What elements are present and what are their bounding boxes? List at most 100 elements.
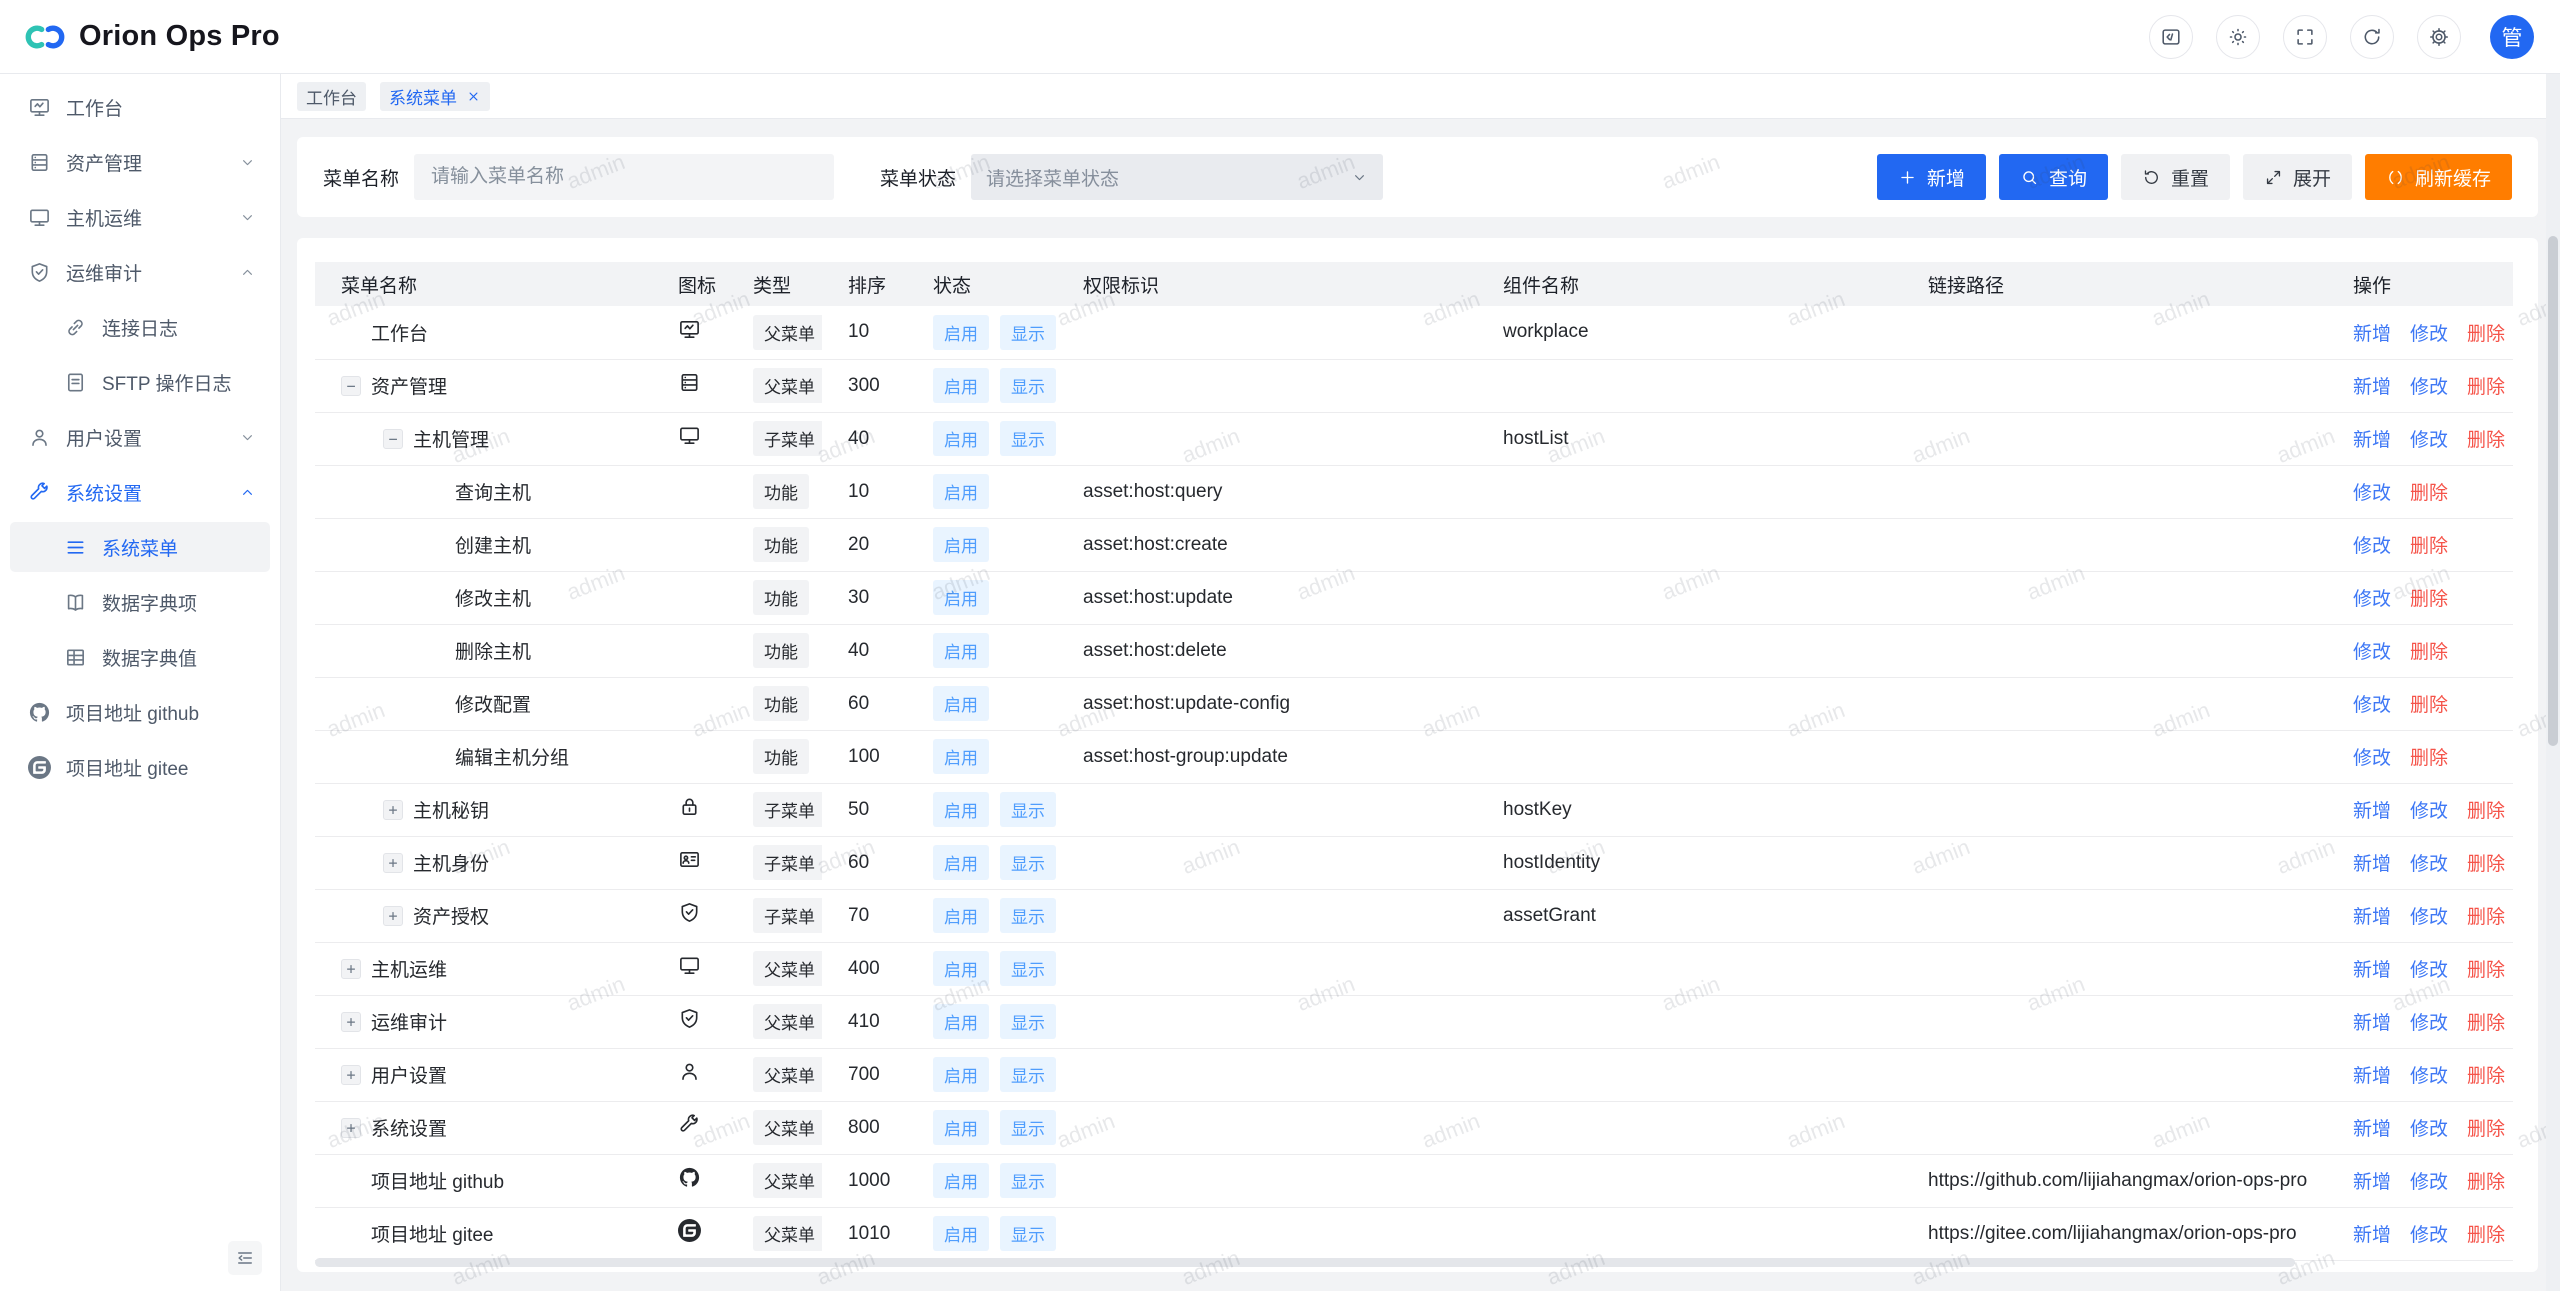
delete-row-action[interactable]: 删除 bbox=[2467, 1119, 2505, 1140]
delete-row-action[interactable]: 删除 bbox=[2410, 695, 2448, 716]
delete-row-action[interactable]: 删除 bbox=[2467, 1066, 2505, 1087]
delete-row-action[interactable]: 删除 bbox=[2467, 1172, 2505, 1193]
status-tag: 显示 bbox=[1000, 898, 1056, 933]
link-path bbox=[1902, 836, 2327, 889]
tab-active[interactable]: 系统菜单 bbox=[380, 82, 490, 111]
delete-row-action[interactable]: 删除 bbox=[2410, 589, 2448, 610]
edit-row-action[interactable]: 修改 bbox=[2353, 589, 2391, 610]
expand-row-button[interactable]: + bbox=[341, 1065, 361, 1085]
delete-row-action[interactable]: 删除 bbox=[2467, 854, 2505, 875]
refresh-cache-button[interactable]: 刷新缓存 bbox=[2365, 154, 2512, 200]
delete-row-action[interactable]: 删除 bbox=[2467, 907, 2505, 928]
refresh-button[interactable] bbox=[2350, 15, 2394, 59]
sidebar-item[interactable]: 工作台 bbox=[10, 82, 270, 132]
sidebar-item[interactable]: 数据字典值 bbox=[10, 632, 270, 682]
edit-row-action[interactable]: 修改 bbox=[2353, 695, 2391, 716]
add-row-action[interactable]: 新增 bbox=[2353, 430, 2391, 451]
sidebar-collapse-button[interactable] bbox=[228, 1241, 262, 1275]
expand-row-button[interactable]: + bbox=[341, 959, 361, 979]
settings-button[interactable] bbox=[2417, 15, 2461, 59]
sidebar-item[interactable]: 系统菜单 bbox=[10, 522, 270, 572]
theme-button[interactable] bbox=[2216, 15, 2260, 59]
reset-button[interactable]: 重置 bbox=[2121, 154, 2230, 200]
user-avatar[interactable]: 管 bbox=[2490, 15, 2534, 59]
menu-sort: 400 bbox=[822, 942, 907, 995]
menu-name-input[interactable] bbox=[414, 154, 834, 200]
sidebar-item[interactable]: 连接日志 bbox=[10, 302, 270, 352]
add-row-action[interactable]: 新增 bbox=[2353, 1066, 2391, 1087]
collapse-row-button[interactable]: − bbox=[383, 429, 403, 449]
menu-type-tag: 父菜单 bbox=[753, 1163, 822, 1198]
edit-row-action[interactable]: 修改 bbox=[2410, 801, 2448, 822]
delete-row-action[interactable]: 删除 bbox=[2410, 642, 2448, 663]
delete-row-action[interactable]: 删除 bbox=[2467, 430, 2505, 451]
delete-row-action[interactable]: 删除 bbox=[2467, 1013, 2505, 1034]
add-row-action[interactable]: 新增 bbox=[2353, 801, 2391, 822]
delete-row-action[interactable]: 删除 bbox=[2467, 324, 2505, 345]
edit-row-action[interactable]: 修改 bbox=[2353, 748, 2391, 769]
add-row-action[interactable]: 新增 bbox=[2353, 854, 2391, 875]
sidebar-item[interactable]: 项目地址 gitee bbox=[10, 742, 270, 792]
edit-row-action[interactable]: 修改 bbox=[2410, 1119, 2448, 1140]
column-header: 操作 bbox=[2327, 262, 2513, 306]
add-row-action[interactable]: 新增 bbox=[2353, 324, 2391, 345]
delete-row-action[interactable]: 删除 bbox=[2467, 801, 2505, 822]
vertical-scrollbar-thumb[interactable] bbox=[2548, 236, 2558, 746]
expand-row-button[interactable]: + bbox=[341, 1118, 361, 1138]
expand-row-button[interactable]: + bbox=[383, 853, 403, 873]
sidebar-item[interactable]: 项目地址 github bbox=[10, 687, 270, 737]
add-row-action[interactable]: 新增 bbox=[2353, 1119, 2391, 1140]
delete-row-action[interactable]: 删除 bbox=[2467, 960, 2505, 981]
menu-status-select[interactable]: 请选择菜单状态 bbox=[971, 154, 1383, 200]
edit-row-action[interactable]: 修改 bbox=[2410, 430, 2448, 451]
edit-row-action[interactable]: 修改 bbox=[2410, 1172, 2448, 1193]
add-row-action[interactable]: 新增 bbox=[2353, 1172, 2391, 1193]
delete-row-action[interactable]: 删除 bbox=[2467, 1225, 2505, 1246]
add-row-action[interactable]: 新增 bbox=[2353, 907, 2391, 928]
expand-row-button[interactable]: + bbox=[383, 906, 403, 926]
delete-row-action[interactable]: 删除 bbox=[2467, 377, 2505, 398]
add-button[interactable]: 新增 bbox=[1877, 154, 1986, 200]
edit-row-action[interactable]: 修改 bbox=[2410, 960, 2448, 981]
add-row-action[interactable]: 新增 bbox=[2353, 377, 2391, 398]
add-row-action[interactable]: 新增 bbox=[2353, 1225, 2391, 1246]
expand-button[interactable]: 展开 bbox=[2243, 154, 2352, 200]
sidebar-item[interactable]: 运维审计 bbox=[10, 247, 270, 297]
code-window-button[interactable] bbox=[2149, 15, 2193, 59]
edit-row-action[interactable]: 修改 bbox=[2410, 324, 2448, 345]
sidebar-item[interactable]: 资产管理 bbox=[10, 137, 270, 187]
close-icon[interactable] bbox=[466, 89, 481, 104]
component-name: hostKey bbox=[1477, 783, 1902, 836]
delete-row-action[interactable]: 删除 bbox=[2410, 536, 2448, 557]
sidebar-item-label: 项目地址 gitee bbox=[66, 754, 188, 781]
delete-row-action[interactable]: 删除 bbox=[2410, 748, 2448, 769]
edit-row-action[interactable]: 修改 bbox=[2353, 642, 2391, 663]
sidebar: 工作台资产管理主机运维运维审计连接日志SFTP 操作日志用户设置系统设置系统菜单… bbox=[0, 74, 281, 1291]
collapse-row-button[interactable]: − bbox=[341, 376, 361, 396]
sidebar-item[interactable]: 用户设置 bbox=[10, 412, 270, 462]
edit-row-action[interactable]: 修改 bbox=[2410, 1013, 2448, 1034]
edit-row-action[interactable]: 修改 bbox=[2410, 1225, 2448, 1246]
fullscreen-button[interactable] bbox=[2283, 15, 2327, 59]
edit-row-action[interactable]: 修改 bbox=[2410, 907, 2448, 928]
add-row-action[interactable]: 新增 bbox=[2353, 1013, 2391, 1034]
edit-row-action[interactable]: 修改 bbox=[2353, 483, 2391, 504]
add-row-action[interactable]: 新增 bbox=[2353, 960, 2391, 981]
search-button[interactable]: 查询 bbox=[1999, 154, 2108, 200]
sidebar-item[interactable]: 系统设置 bbox=[10, 467, 270, 517]
edit-row-action[interactable]: 修改 bbox=[2410, 1066, 2448, 1087]
sun-icon bbox=[2227, 26, 2249, 48]
horizontal-scrollbar-thumb[interactable] bbox=[315, 1258, 2295, 1267]
edit-row-action[interactable]: 修改 bbox=[2410, 377, 2448, 398]
edit-row-action[interactable]: 修改 bbox=[2410, 854, 2448, 875]
expand-row-button[interactable]: + bbox=[341, 1012, 361, 1032]
sidebar-item[interactable]: SFTP 操作日志 bbox=[10, 357, 270, 407]
component-name: workplace bbox=[1477, 306, 1902, 359]
delete-row-action[interactable]: 删除 bbox=[2410, 483, 2448, 504]
tab-item[interactable]: 工作台 bbox=[297, 82, 366, 111]
sidebar-item[interactable]: 主机运维 bbox=[10, 192, 270, 242]
expand-row-button[interactable]: + bbox=[383, 800, 403, 820]
edit-row-action[interactable]: 修改 bbox=[2353, 536, 2391, 557]
sidebar-item[interactable]: 数据字典项 bbox=[10, 577, 270, 627]
permission-code bbox=[1057, 1207, 1477, 1260]
